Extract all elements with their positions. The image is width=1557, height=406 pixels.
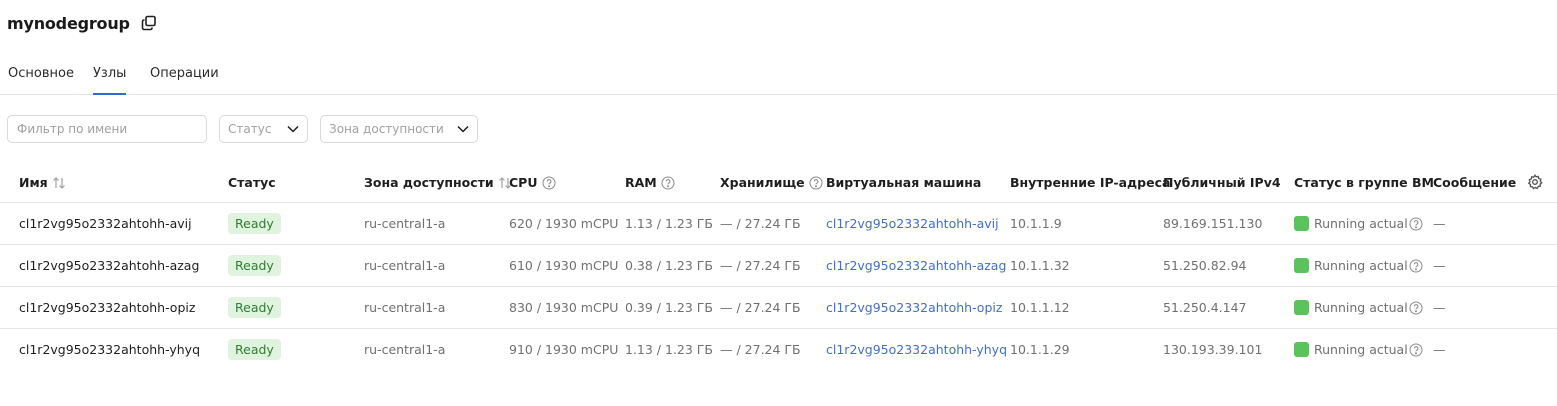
status-select[interactable]: Статус [219,115,308,143]
internal-ip-value: 10.1.1.32 [1010,258,1070,273]
vm-link[interactable]: cl1r2vg95o2332ahtohh-opiz [826,300,1002,315]
help-icon[interactable] [661,176,675,190]
sort-icon[interactable] [52,176,66,189]
internal-ip-value: 10.1.1.29 [1010,342,1070,357]
public-ip-value: 130.193.39.101 [1163,342,1263,357]
status-select-label: Статус [228,122,272,136]
page-title: mynodegroup [7,13,130,33]
node-name: cl1r2vg95o2332ahtohh-yhyq [19,342,201,357]
vm-status-label: Running actual [1314,216,1408,231]
internal-ip-value: 10.1.1.12 [1010,300,1070,315]
column-header-internal-ip: Внутренние IP-адреса [1010,175,1171,190]
tab-main[interactable]: Основное [8,66,74,95]
column-header-cpu: CPU [509,175,556,190]
node-name: cl1r2vg95o2332ahtohh-avij [19,216,192,231]
column-ram-label: RAM [625,175,657,190]
table-row[interactable]: cl1r2vg95o2332ahtohh-opiz Ready ru-centr… [0,287,1557,329]
help-icon[interactable] [809,176,823,190]
storage-value: — / 27.24 ГБ [720,258,801,273]
column-header-name[interactable]: Имя [19,175,66,190]
node-name: cl1r2vg95o2332ahtohh-azag [19,258,200,273]
message-value: — [1433,258,1446,273]
vm-status: Running actual [1294,342,1423,357]
storage-value: — / 27.24 ГБ [720,300,801,315]
status-badge: Ready [228,297,281,318]
column-header-public-ip: Публичный IPv4 [1163,175,1281,190]
public-ip-value: 51.250.4.147 [1163,300,1247,315]
vm-status-label: Running actual [1314,342,1408,357]
ram-value: 1.13 / 1.23 ГБ [625,216,713,231]
storage-value: — / 27.24 ГБ [720,216,801,231]
node-name: cl1r2vg95o2332ahtohh-opiz [19,300,196,315]
copy-icon[interactable] [141,15,157,31]
chevron-down-icon [287,125,299,133]
message-value: — [1433,342,1446,357]
zone-select[interactable]: Зона доступности [320,115,478,143]
help-icon[interactable] [1409,217,1423,231]
message-value: — [1433,300,1446,315]
public-ip-value: 51.250.82.94 [1163,258,1247,273]
public-ip-value: 89.169.151.130 [1163,216,1263,231]
status-badge: Ready [228,255,281,276]
zone-value: ru-central1-a [364,216,446,231]
help-icon[interactable] [1409,343,1423,357]
status-square-icon [1294,216,1309,231]
column-header-zone[interactable]: Зона доступности [364,175,512,190]
vm-link[interactable]: cl1r2vg95o2332ahtohh-avij [826,216,999,231]
vm-status: Running actual [1294,300,1423,315]
vm-status-label: Running actual [1314,300,1408,315]
status-square-icon [1294,258,1309,273]
zone-select-label: Зона доступности [329,122,444,136]
help-icon[interactable] [1409,259,1423,273]
status-badge: Ready [228,213,281,234]
column-header-ram: RAM [625,175,675,190]
cpu-value: 620 / 1930 mCPU [509,216,619,231]
column-zone-label: Зона доступности [364,175,494,190]
status-square-icon [1294,300,1309,315]
help-icon[interactable] [1409,301,1423,315]
zone-value: ru-central1-a [364,300,446,315]
table-row[interactable]: cl1r2vg95o2332ahtohh-avij Ready ru-centr… [0,203,1557,245]
help-icon[interactable] [542,176,556,190]
gear-icon[interactable] [1527,174,1543,190]
cpu-value: 610 / 1930 mCPU [509,258,619,273]
ram-value: 0.39 / 1.23 ГБ [625,300,713,315]
table-row[interactable]: cl1r2vg95o2332ahtohh-yhyq Ready ru-centr… [0,329,1557,371]
zone-value: ru-central1-a [364,342,446,357]
status-square-icon [1294,342,1309,357]
column-storage-label: Хранилище [720,175,805,190]
vm-status: Running actual [1294,216,1423,231]
ram-value: 0.38 / 1.23 ГБ [625,258,713,273]
vm-status-label: Running actual [1314,258,1408,273]
storage-value: — / 27.24 ГБ [720,342,801,357]
chevron-down-icon [457,125,469,133]
tab-operations[interactable]: Операции [150,66,219,95]
zone-value: ru-central1-a [364,258,446,273]
name-filter-input[interactable] [7,115,207,143]
column-header-message: Сообщение [1433,175,1517,190]
cpu-value: 910 / 1930 mCPU [509,342,619,357]
vm-link[interactable]: cl1r2vg95o2332ahtohh-azag [826,258,1006,273]
table-header: Имя Статус Зона доступности CPU RAM Хран… [0,162,1557,203]
message-value: — [1433,216,1446,231]
status-badge: Ready [228,339,281,360]
column-header-storage: Хранилище [720,175,823,190]
column-header-vm-status: Статус в группе ВМ [1294,175,1434,190]
column-header-vm: Виртуальная машина [826,175,982,190]
title-row: mynodegroup [7,11,157,35]
column-header-status: Статус [228,175,276,190]
vm-link[interactable]: cl1r2vg95o2332ahtohh-yhyq [826,342,1007,357]
nodes-table: Имя Статус Зона доступности CPU RAM Хран… [0,162,1557,371]
tab-nodes[interactable]: Узлы [93,66,126,95]
vm-status: Running actual [1294,258,1423,273]
ram-value: 1.13 / 1.23 ГБ [625,342,713,357]
column-name-label: Имя [19,175,48,190]
column-cpu-label: CPU [509,175,538,190]
cpu-value: 830 / 1930 mCPU [509,300,619,315]
table-row[interactable]: cl1r2vg95o2332ahtohh-azag Ready ru-centr… [0,245,1557,287]
internal-ip-value: 10.1.1.9 [1010,216,1062,231]
tabs: Основное Узлы Операции [0,56,1557,95]
